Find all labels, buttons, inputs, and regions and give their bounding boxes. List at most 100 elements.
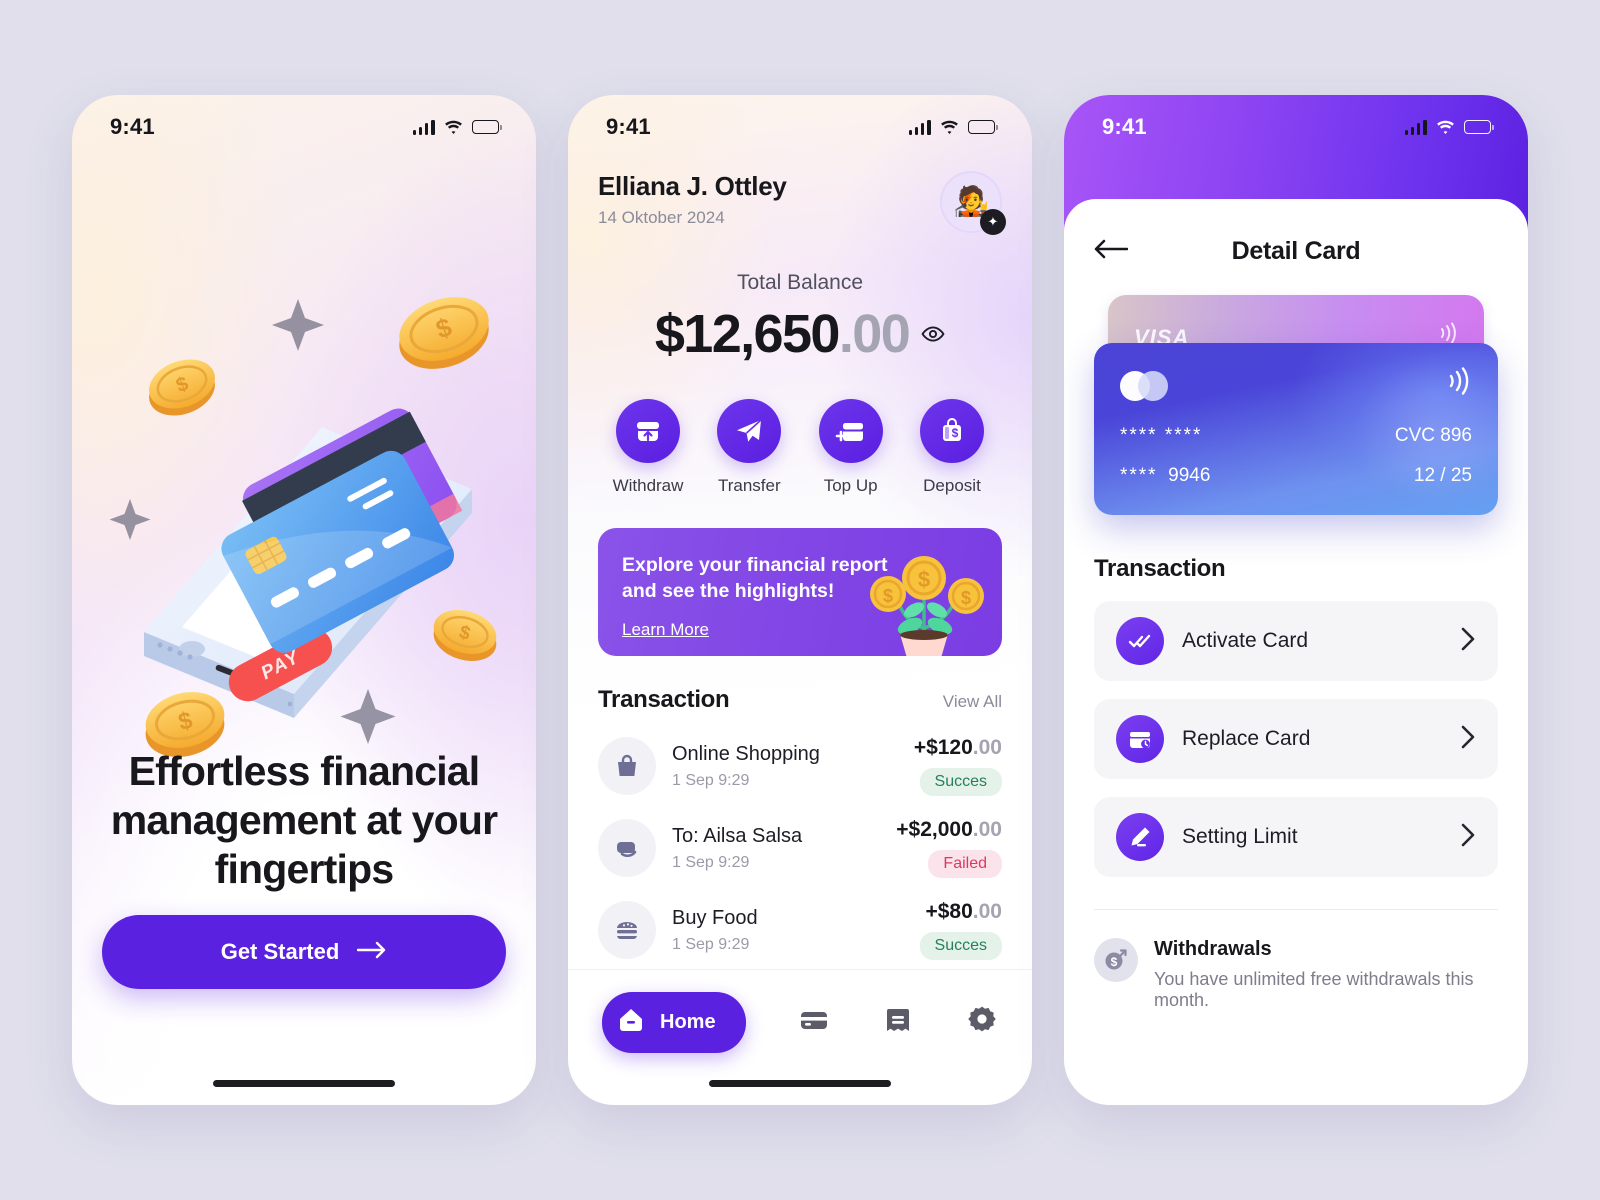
card-number-masked-2: **** [1120,465,1158,486]
page-title: Effortless financial management at your … [110,748,498,892]
card-expiry: 12 / 25 [1413,465,1472,486]
battery-icon [1463,120,1494,134]
back-button[interactable] [1094,231,1134,271]
mastercard-front[interactable]: **** **** CVC 896 **** 9946 12 / 25 [1094,343,1498,515]
bill-icon [882,1004,914,1041]
financial-report-banner[interactable]: Explore your financial report and see th… [598,528,1002,656]
table-row[interactable]: Online Shopping 1 Sep 9:29 +$120.00 Succ… [598,736,1002,796]
menu-item-label: Setting Limit [1182,825,1298,848]
svg-text:$: $ [961,588,971,608]
balance-main: $12,650 [654,304,841,364]
home-icon [616,1005,646,1040]
chevron-right-icon [1460,626,1476,657]
balance-label: Total Balance [736,271,864,294]
table-row[interactable]: To: Ailsa Salsa 1 Sep 9:29 +$2,000.00 Fa… [598,818,1002,878]
tab-cards[interactable] [798,1004,830,1041]
arrow-right-icon [357,939,387,965]
transaction-title: Transaction [598,686,730,713]
money-plant-illustration: $ $ $ [870,556,984,656]
home-indicator [709,1080,891,1087]
menu-item-activate-card[interactable]: Activate Card [1094,601,1498,681]
cellular-signal-icon [412,119,435,135]
total-balance: $12,650.00 [654,303,911,365]
phone-onboarding: 9:41 $ $ $ $ PAY Effortless financial ma… [72,95,536,1105]
action-transfer[interactable]: Transfer [703,399,795,496]
svg-text:$: $ [1111,955,1118,969]
status-bar: 9:41 [568,95,1032,159]
cellular-signal-icon [908,119,931,135]
transaction-info: Online Shopping 1 Sep 9:29 [672,743,898,790]
action-topup[interactable]: Top Up [805,399,897,496]
card-stack[interactable]: VISA **** **** CVC 896 **** 9946 12 / 25 [1094,295,1498,525]
shopping-bag-icon [598,737,656,795]
transaction-amount: +$2,000.00 [896,818,1002,842]
withdraw-icon [616,399,680,463]
avatar[interactable]: 🧑‍🎤 ✦ [940,171,1006,235]
card-line-2: **** 9946 12 / 25 [1120,465,1472,487]
get-started-button[interactable]: Get Started [102,915,506,989]
tab-home-label: Home [660,1011,716,1033]
user-info: Elliana J. Ottley 14 Oktober 2024 [598,171,787,228]
battery-icon [967,120,998,134]
phone-card-detail: 9:41 Detail Card VISA **** **** CVC 896 … [1064,95,1528,1105]
transaction-title: To: Ailsa Salsa [672,824,803,847]
amount-main: +$2,000 [896,818,973,841]
withdrawals-title: Withdrawals [1154,938,1272,960]
action-withdraw[interactable]: Withdraw [602,399,694,496]
card-numbers: **** **** CVC 896 **** 9946 12 / 25 [1120,425,1472,487]
banner-title-line1: Explore your financial report [622,554,888,576]
menu-item-label: Replace Card [1182,727,1311,750]
mastercard-icon [1120,371,1176,401]
action-deposit[interactable]: $ Deposit [906,399,998,496]
transaction-amount: +$120.00 [914,736,1002,760]
gear-icon [966,1004,998,1041]
battery-icon [471,120,502,134]
eye-icon[interactable] [921,322,945,346]
menu-item-setting-limit[interactable]: Setting Limit [1094,797,1498,877]
transaction-meta: +$2,000.00 Failed [896,818,1002,878]
sparkle-icon: ✦ [980,209,1006,235]
quick-actions: Withdraw Transfer Top Up $ Deposit [598,399,1002,496]
deposit-money-icon: $ [919,399,984,463]
transaction-title: Online Shopping [672,742,820,765]
banner-text: Explore your financial report and see th… [622,552,887,640]
table-row[interactable]: Buy Food 1 Sep 9:29 +$80.00 Succes [598,900,1002,960]
amount-main: +$120 [913,736,973,759]
action-label: Top Up [823,476,878,495]
status-time: 9:41 [606,114,651,139]
page-title: Detail Card [1231,236,1361,265]
dollar-arrow-icon: $ [1094,938,1138,982]
home-header: Elliana J. Ottley 14 Oktober 2024 🧑‍🎤 ✦ [598,171,1006,235]
learn-more-link[interactable]: Learn More [622,620,887,640]
status-time: 9:41 [110,114,155,139]
status-icons [908,119,998,135]
tab-bills[interactable] [882,1004,914,1041]
transaction-meta: +$80.00 Succes [919,900,1002,960]
transaction-amount: +$80.00 [920,900,1002,924]
menu-item-replace-card[interactable]: Replace Card [1094,699,1498,779]
tab-settings[interactable] [966,1004,998,1041]
screens-stage: 9:41 $ $ $ $ PAY Effortless financial ma… [0,0,1600,1200]
view-all-link[interactable]: View All [943,692,1002,712]
card-number-masked-1: **** **** [1120,425,1203,446]
menu-item-label: Activate Card [1182,629,1309,652]
double-check-icon [1116,617,1164,665]
amount-cents: .00 [972,900,1002,923]
transaction-section-header: Transaction View All [598,686,1002,714]
transaction-info: Buy Food 1 Sep 9:29 [672,907,904,954]
wifi-icon [1436,120,1455,135]
current-date: 14 Oktober 2024 [598,208,725,227]
amount-main: +$80 [925,900,973,923]
tab-home[interactable]: Home [602,992,746,1053]
cellular-signal-icon [1404,119,1427,135]
burger-icon [598,901,656,959]
status-badge: Succes [919,932,1002,960]
status-bar: 9:41 [1064,95,1528,159]
banner-title-line2: and see the highlights! [622,580,835,603]
contactless-icon [1446,365,1474,402]
navigation-bar: Detail Card [1094,229,1498,273]
send-icon [717,399,782,463]
top-up-card-icon [818,399,883,463]
withdrawals-subtitle: You have unlimited free withdrawals this… [1154,969,1474,1010]
card-icon [798,1004,830,1041]
